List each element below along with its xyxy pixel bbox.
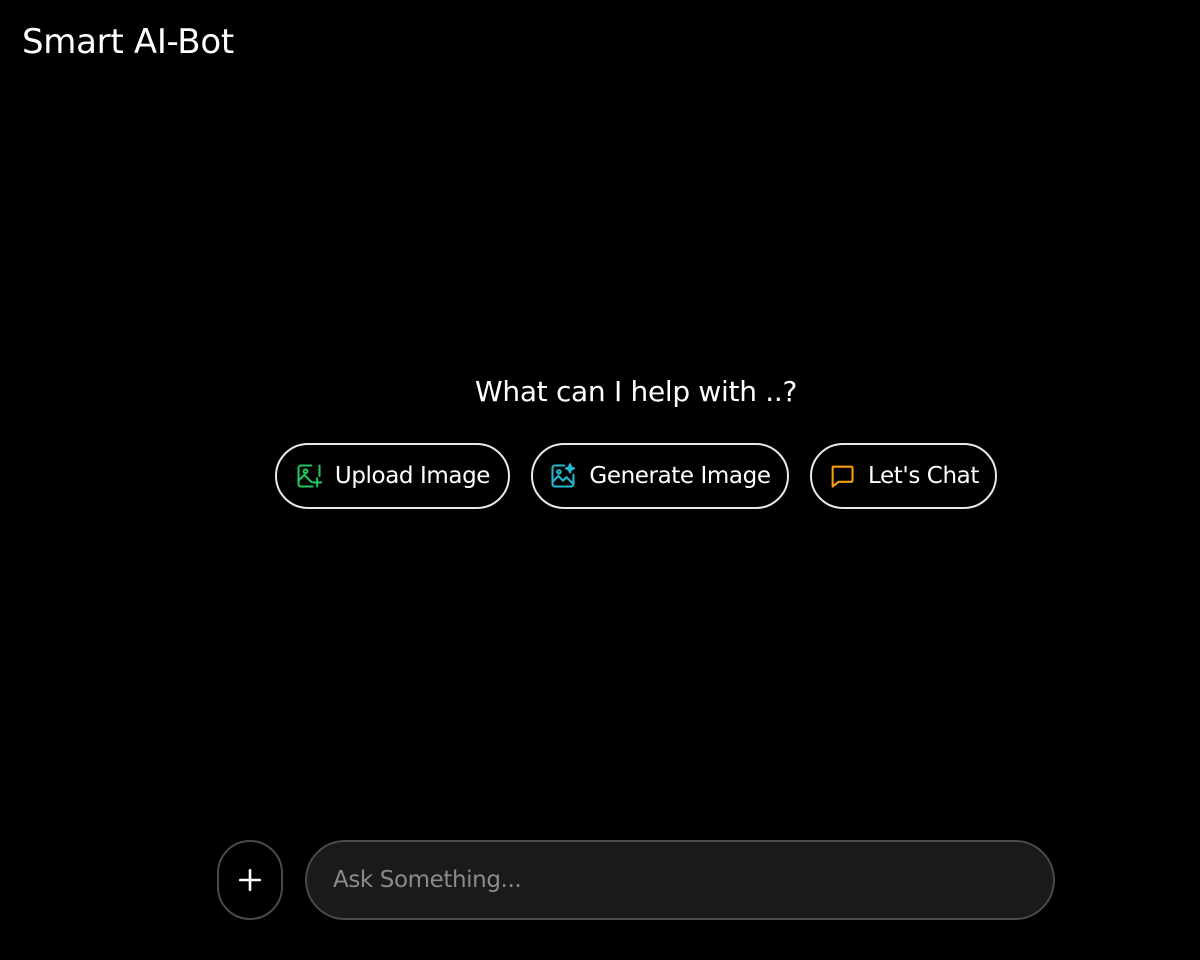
chat-bubble-icon: [828, 462, 856, 490]
app-root: Smart AI-Bot What can I help with ..? Up…: [0, 0, 1200, 960]
add-attachment-button[interactable]: [217, 840, 283, 920]
message-composer: [0, 840, 1200, 922]
welcome-prompt: What can I help with ..?: [474, 375, 798, 408]
upload-image-button[interactable]: Upload Image: [275, 443, 510, 509]
generate-image-label: Generate Image: [589, 463, 771, 489]
image-plus-icon: [295, 462, 323, 490]
quick-actions: Upload Image Generate Image Let's Chat: [0, 443, 1200, 513]
message-input-container: [305, 840, 1055, 920]
message-input[interactable]: [331, 866, 1029, 894]
generate-image-button[interactable]: Generate Image: [531, 443, 789, 509]
app-title: Smart AI-Bot: [22, 22, 234, 62]
plus-icon: [237, 867, 263, 893]
lets-chat-button[interactable]: Let's Chat: [810, 443, 997, 509]
upload-image-label: Upload Image: [334, 463, 491, 489]
lets-chat-label: Let's Chat: [868, 463, 979, 489]
image-sparkle-icon: [549, 462, 577, 490]
